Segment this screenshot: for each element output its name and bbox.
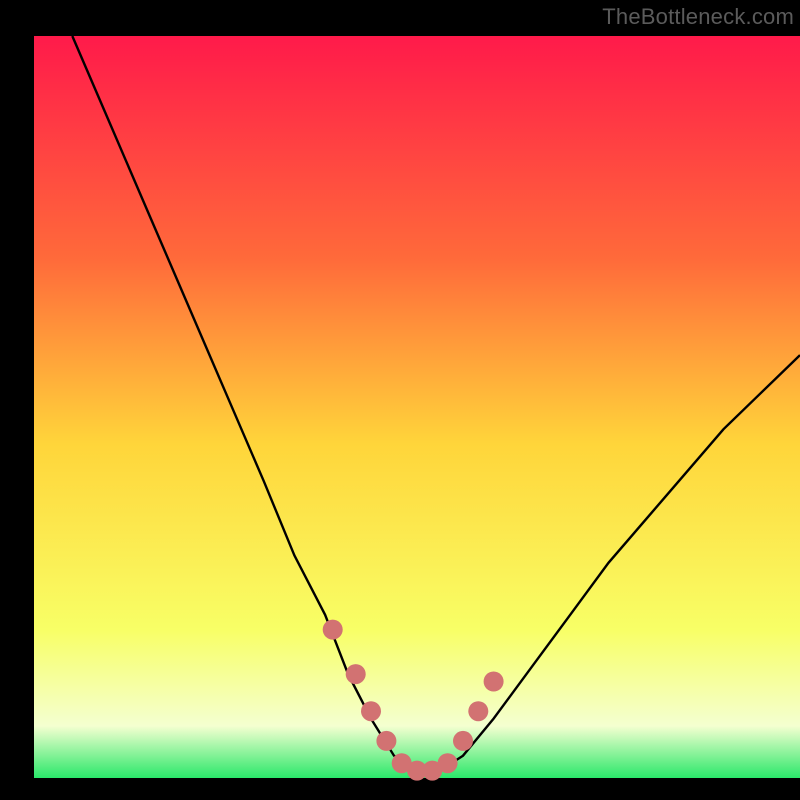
marker-point	[468, 701, 488, 721]
marker-point	[346, 664, 366, 684]
chart-container: TheBottleneck.com	[0, 0, 800, 800]
marker-point	[361, 701, 381, 721]
marker-point	[453, 731, 473, 751]
attribution-label: TheBottleneck.com	[602, 4, 794, 30]
chart-svg	[0, 0, 800, 800]
marker-point	[484, 672, 504, 692]
marker-point	[438, 753, 458, 773]
marker-point	[376, 731, 396, 751]
gradient-background	[34, 36, 800, 778]
marker-point	[323, 620, 343, 640]
